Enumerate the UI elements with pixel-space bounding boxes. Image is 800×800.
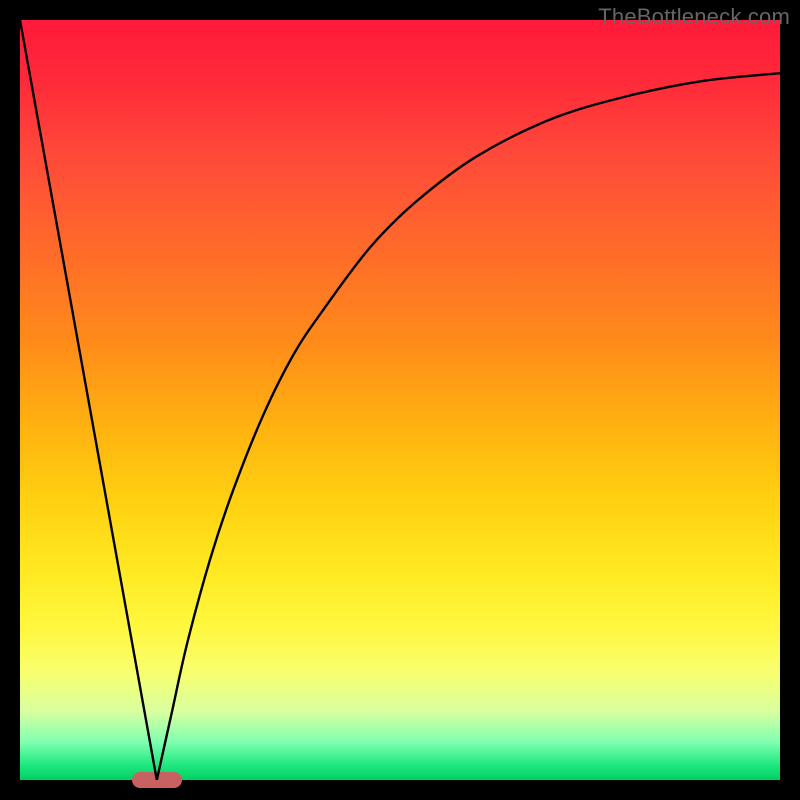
curve-left [20, 20, 157, 780]
curve-right [157, 73, 780, 780]
chart-frame: TheBottleneck.com [0, 0, 800, 800]
watermark-text: TheBottleneck.com [598, 4, 790, 30]
chart-lines-svg [20, 20, 780, 780]
